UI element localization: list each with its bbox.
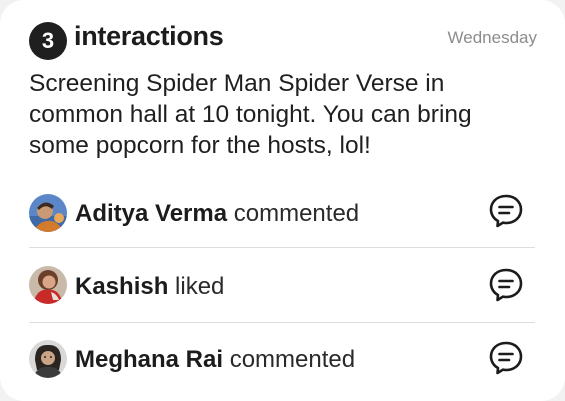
interaction-action: liked bbox=[175, 273, 225, 300]
chat-bubble-icon[interactable] bbox=[488, 267, 524, 303]
avatar[interactable] bbox=[29, 194, 67, 232]
card-header: 3 interactions Wednesday bbox=[29, 20, 537, 60]
user-name[interactable]: Meghana Rai bbox=[75, 346, 223, 373]
user-name[interactable]: Kashish bbox=[75, 273, 168, 300]
interaction-row[interactable]: Kashish liked bbox=[29, 248, 535, 323]
avatar[interactable] bbox=[29, 266, 67, 304]
day-label: Wednesday bbox=[447, 28, 537, 47]
interactions-card: 3 interactions Wednesday Screening Spide… bbox=[0, 0, 565, 401]
interaction-action: commented bbox=[229, 346, 356, 373]
interaction-text: Meghana Rai commented bbox=[75, 346, 355, 374]
interaction-list: Aditya Verma commented Kashish liked Meg… bbox=[29, 176, 535, 397]
card-title: interactions bbox=[74, 21, 224, 51]
chat-bubble-icon[interactable] bbox=[488, 340, 524, 376]
interaction-action: commented bbox=[233, 200, 360, 227]
avatar[interactable] bbox=[29, 340, 67, 378]
interaction-text: Aditya Verma commented bbox=[75, 200, 359, 228]
chat-bubble-icon[interactable] bbox=[488, 193, 524, 229]
interaction-row[interactable]: Meghana Rai commented bbox=[29, 323, 535, 397]
post-message: Screening Spider Man Spider Verse in com… bbox=[29, 70, 472, 159]
user-name[interactable]: Aditya Verma bbox=[75, 200, 227, 227]
interaction-row[interactable]: Aditya Verma commented bbox=[29, 176, 535, 248]
interaction-text: Kashish liked bbox=[75, 273, 224, 301]
interaction-count-badge: 3 bbox=[29, 22, 67, 60]
